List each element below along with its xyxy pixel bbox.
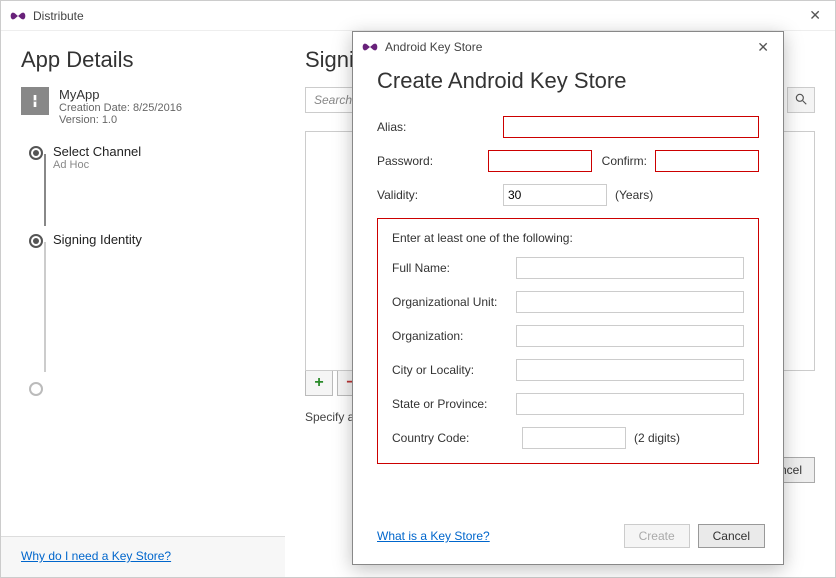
- step-signing-identity[interactable]: Signing Identity: [29, 232, 265, 260]
- search-icon: [794, 92, 808, 109]
- orgunit-label: Organizational Unit:: [392, 295, 516, 309]
- step-bullet-current-icon: [29, 234, 43, 248]
- left-footer: Why do I need a Key Store?: [1, 536, 285, 577]
- app-summary: MyApp Creation Date: 8/25/2016 Version: …: [21, 87, 265, 126]
- vs-icon: [361, 38, 379, 56]
- identity-fields-group: Enter at least one of the following: Ful…: [377, 218, 759, 464]
- validity-label: Validity:: [377, 188, 503, 202]
- country-code-input[interactable]: [522, 427, 626, 449]
- wizard-steps: Select Channel Ad Hoc Signing Identity: [21, 144, 265, 408]
- org-label: Organization:: [392, 329, 516, 343]
- confirm-password-input[interactable]: [655, 150, 759, 172]
- validity-input[interactable]: [503, 184, 607, 206]
- app-details-heading: App Details: [21, 47, 265, 73]
- why-key-store-link[interactable]: Why do I need a Key Store?: [21, 549, 171, 563]
- android-key-store-dialog: Android Key Store ✕ Create Android Key S…: [352, 31, 784, 565]
- what-is-key-store-link[interactable]: What is a Key Store?: [377, 529, 616, 543]
- password-input[interactable]: [488, 150, 592, 172]
- validity-suffix: (Years): [615, 188, 653, 202]
- step-label: Signing Identity: [53, 232, 265, 247]
- confirm-label: Confirm:: [602, 154, 647, 168]
- distribute-window: Distribute ✕ App Details MyApp Creation …: [0, 0, 836, 578]
- add-identity-button[interactable]: +: [305, 370, 333, 396]
- step-bullet-done-icon: [29, 146, 43, 160]
- titlebar: Distribute ✕: [1, 1, 835, 31]
- city-label: City or Locality:: [392, 363, 516, 377]
- dialog-heading: Create Android Key Store: [377, 68, 759, 94]
- left-panel: App Details MyApp Creation Date: 8/25/20…: [1, 31, 285, 577]
- dialog-close-icon[interactable]: ✕: [751, 39, 775, 56]
- search-button[interactable]: [787, 87, 815, 113]
- app-name: MyApp: [59, 87, 182, 102]
- state-input[interactable]: [516, 393, 745, 415]
- create-button[interactable]: Create: [624, 524, 690, 548]
- step-label: Select Channel: [53, 144, 265, 159]
- creation-date: Creation Date: 8/25/2016: [59, 102, 182, 114]
- fullname-label: Full Name:: [392, 261, 516, 275]
- step-future: [29, 380, 265, 408]
- password-label: Password:: [377, 154, 488, 168]
- dialog-title: Android Key Store: [385, 40, 751, 54]
- fullname-input[interactable]: [516, 257, 745, 279]
- archive-icon: [21, 87, 49, 115]
- vs-icon: [9, 7, 27, 25]
- close-icon[interactable]: ✕: [803, 7, 827, 24]
- alias-label: Alias:: [377, 120, 503, 134]
- city-input[interactable]: [516, 359, 745, 381]
- step-sublabel: Ad Hoc: [53, 159, 265, 171]
- orgunit-input[interactable]: [516, 291, 745, 313]
- alias-input[interactable]: [503, 116, 759, 138]
- state-label: State or Province:: [392, 397, 516, 411]
- app-version: Version: 1.0: [59, 114, 182, 126]
- group-header: Enter at least one of the following:: [392, 231, 744, 245]
- org-input[interactable]: [516, 325, 745, 347]
- step-bullet-empty-icon: [29, 382, 43, 396]
- window-title: Distribute: [33, 9, 803, 23]
- cc-label: Country Code:: [392, 431, 522, 445]
- cc-suffix: (2 digits): [634, 431, 680, 445]
- cancel-button[interactable]: Cancel: [698, 524, 765, 548]
- step-select-channel[interactable]: Select Channel Ad Hoc: [29, 144, 265, 172]
